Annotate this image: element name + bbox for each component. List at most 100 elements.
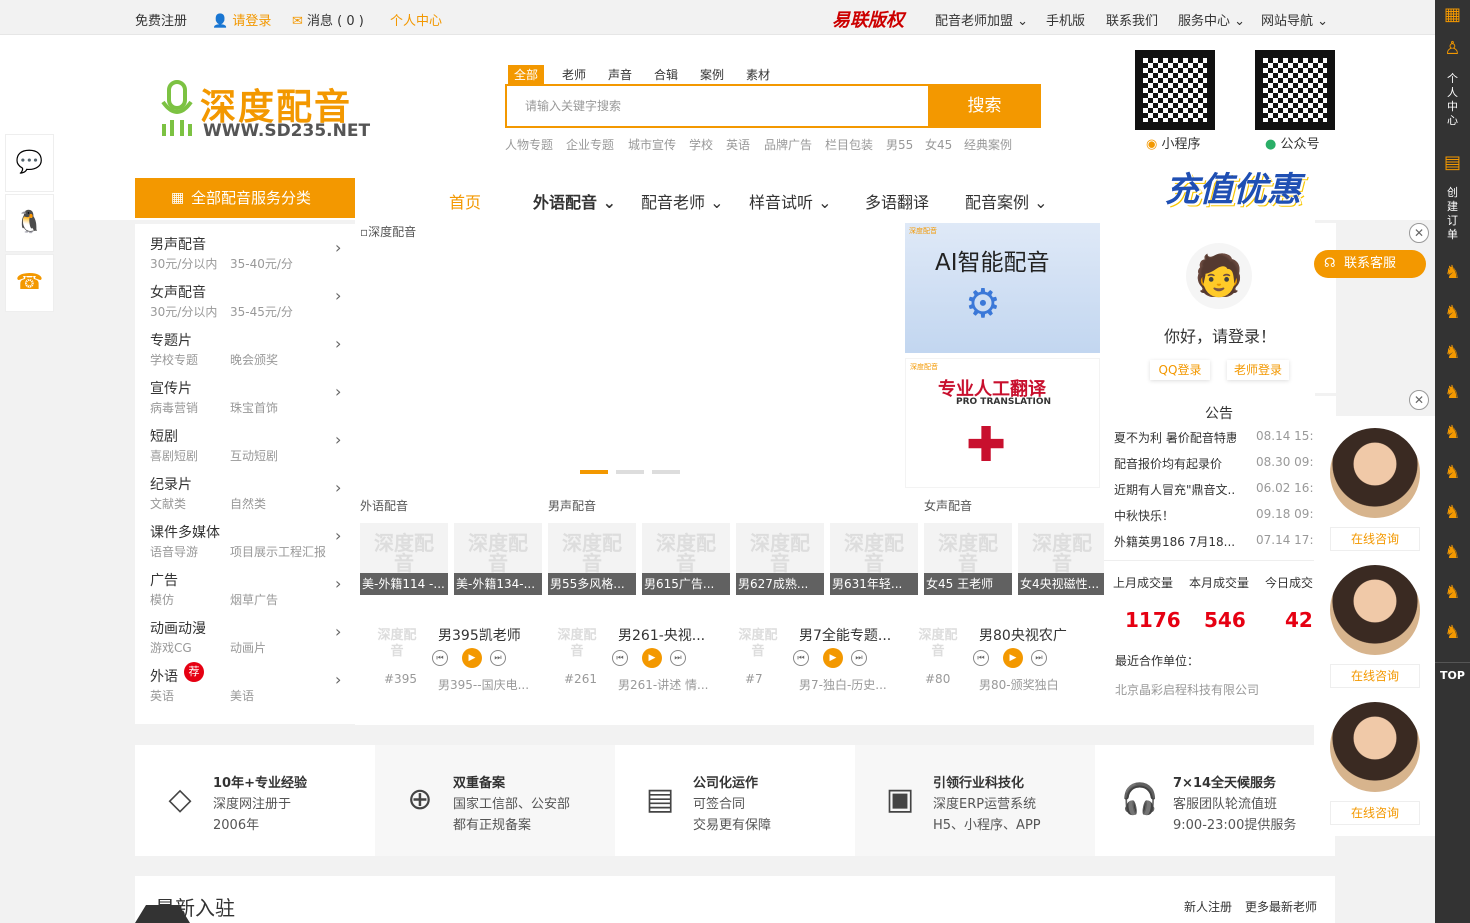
more-teachers-link[interactable]: 更多最新老师: [1245, 898, 1317, 915]
search-tab-teacher[interactable]: 老师: [556, 65, 592, 85]
section-tab-foreign[interactable]: 外语配音: [360, 497, 408, 514]
search-tab-voice[interactable]: 声音: [602, 65, 638, 85]
translation-ad[interactable]: 深度配音 专业人工翻译 PRO TRANSLATION ✚: [905, 358, 1100, 488]
qq-icon[interactable]: ♞: [1435, 262, 1470, 283]
voice-thumb[interactable]: 深度配音 女45 王老师: [924, 523, 1012, 595]
teacher-avatar[interactable]: 深度配音: [733, 628, 783, 662]
consult-button[interactable]: 在线咨询: [1330, 664, 1420, 688]
category-item[interactable]: 课件多媒体 语音导游 项目展示工程汇报 ›: [150, 512, 350, 560]
consult-button[interactable]: 在线咨询: [1330, 801, 1420, 825]
slider-dot[interactable]: [616, 470, 644, 474]
hot-keyword[interactable]: 经典案例: [964, 136, 1012, 153]
qq-icon[interactable]: ♞: [1435, 542, 1470, 563]
user-center-label[interactable]: 个人中心: [1447, 72, 1459, 128]
search-input[interactable]: 请输入关键字搜索: [505, 84, 928, 128]
login-link[interactable]: 👤 请登录: [212, 10, 271, 29]
qq-icon[interactable]: ♞: [1435, 382, 1470, 403]
teacher-login-button[interactable]: 老师登录: [1227, 360, 1289, 380]
hot-keyword[interactable]: 城市宣传: [628, 136, 676, 153]
category-item[interactable]: 外语荐英语 美语 ›: [150, 656, 350, 704]
prev-icon[interactable]: ⏮: [793, 650, 809, 666]
hot-keyword[interactable]: 学校: [689, 136, 713, 153]
wechat-side-button[interactable]: 💬: [5, 134, 54, 192]
section-tab-female[interactable]: 女声配音: [924, 497, 972, 514]
voice-thumb[interactable]: 深度配音 男631年轻...: [830, 523, 918, 595]
service-menu[interactable]: 服务中心 ⌄: [1178, 10, 1245, 29]
notice-item[interactable]: 夏不为利 暑价配音特惠: [1114, 429, 1236, 446]
voice-thumb[interactable]: 深度配音 男615广告...: [642, 523, 730, 595]
close-icon[interactable]: ✕: [1409, 390, 1429, 410]
qq-icon[interactable]: ♞: [1435, 422, 1470, 443]
join-menu[interactable]: 配音老师加盟 ⌄: [935, 10, 1028, 29]
search-tab-album[interactable]: 合辑: [648, 65, 684, 85]
logo-mic-icon[interactable]: [160, 80, 194, 138]
promo-banner[interactable]: 充值优惠: [1165, 162, 1301, 211]
category-item[interactable]: 动画动漫 游戏CG 动画片 ›: [150, 608, 350, 656]
teacher-avatar[interactable]: 深度配音: [552, 628, 602, 662]
notice-item[interactable]: 近期有人冒充"鼎音文...: [1114, 481, 1236, 498]
hot-keyword[interactable]: 品牌广告: [764, 136, 812, 153]
qq-icon[interactable]: ♞: [1435, 582, 1470, 603]
prev-icon[interactable]: ⏮: [432, 650, 448, 666]
voice-thumb[interactable]: 深度配音 美-外籍134-...: [454, 523, 542, 595]
next-icon[interactable]: ⏭: [851, 650, 867, 666]
hot-keyword[interactable]: 人物专题: [505, 136, 553, 153]
prev-icon[interactable]: ⏮: [612, 650, 628, 666]
nav-foreign-dubbing[interactable]: 外语配音 ⌄: [533, 189, 616, 213]
notice-item[interactable]: 配音报价均有起录价: [1114, 455, 1236, 472]
prev-icon[interactable]: ⏮: [973, 650, 989, 666]
register-link[interactable]: 免费注册: [135, 10, 187, 29]
category-item[interactable]: 广告 模仿 烟草广告 ›: [150, 560, 350, 608]
slider-dot[interactable]: [580, 470, 608, 474]
voice-thumb[interactable]: 深度配音 美-外籍114 -...: [360, 523, 448, 595]
grid-icon[interactable]: ▦: [1435, 4, 1470, 25]
contact-service-button[interactable]: ☊ 联系客服: [1314, 250, 1426, 278]
hot-keyword[interactable]: 男55: [886, 136, 913, 153]
site-nav-menu[interactable]: 网站导航 ⌄: [1261, 10, 1328, 29]
play-button[interactable]: ▶: [462, 648, 482, 668]
play-button[interactable]: ▶: [1003, 648, 1023, 668]
back-to-top-button[interactable]: TOP: [1435, 662, 1470, 688]
category-item[interactable]: 短剧 喜剧短剧 互动短剧 ›: [150, 416, 350, 464]
category-item[interactable]: 宣传片 病毒营销 珠宝首饰 ›: [150, 368, 350, 416]
messages-link[interactable]: ✉ 消息 ( 0 ): [292, 10, 364, 29]
nav-home[interactable]: 首页: [449, 189, 481, 213]
new-register-link[interactable]: 新人注册: [1184, 898, 1232, 915]
category-item[interactable]: 男声配音 30元/分以内 35-40元/分 ›: [150, 224, 350, 272]
order-icon[interactable]: ▤: [1435, 152, 1470, 173]
nav-teachers[interactable]: 配音老师 ⌄: [641, 189, 724, 213]
next-icon[interactable]: ⏭: [1031, 650, 1047, 666]
create-order-label[interactable]: 创建订单: [1447, 186, 1459, 242]
teacher-avatar[interactable]: 深度配音: [372, 628, 422, 662]
notice-item[interactable]: 外籍英男186 7月18...: [1114, 533, 1236, 550]
play-button[interactable]: ▶: [642, 648, 662, 668]
qq-icon[interactable]: ♞: [1435, 342, 1470, 363]
qq-icon[interactable]: ♞: [1435, 502, 1470, 523]
hot-keyword[interactable]: 栏目包装: [825, 136, 873, 153]
qq-icon[interactable]: ♞: [1435, 462, 1470, 483]
search-button[interactable]: 搜索: [928, 84, 1041, 128]
qq-side-button[interactable]: 🐧: [5, 194, 54, 252]
user-center-link[interactable]: 个人中心: [390, 10, 442, 29]
mobile-link[interactable]: 手机版: [1046, 10, 1085, 29]
search-tab-all[interactable]: 全部: [508, 65, 545, 85]
slider-dot[interactable]: [652, 470, 680, 474]
notice-item[interactable]: 中秋快乐！: [1114, 507, 1236, 524]
play-button[interactable]: ▶: [823, 648, 843, 668]
category-item[interactable]: 女声配音 30元/分以内 35-45元/分 ›: [150, 272, 350, 320]
hot-keyword[interactable]: 英语: [726, 136, 750, 153]
category-item[interactable]: 专题片 学校专题 晚会颁奖 ›: [150, 320, 350, 368]
voice-thumb[interactable]: 深度配音 男627成熟...: [736, 523, 824, 595]
next-icon[interactable]: ⏭: [670, 650, 686, 666]
teacher-avatar[interactable]: 深度配音: [913, 628, 963, 662]
banner-slider[interactable]: ▫深度配音: [360, 223, 903, 486]
nav-samples[interactable]: 样音试听 ⌄: [749, 189, 832, 213]
contact-link[interactable]: 联系我们: [1106, 10, 1158, 29]
qq-icon[interactable]: ♞: [1435, 622, 1470, 643]
search-tab-case[interactable]: 案例: [694, 65, 730, 85]
ai-dubbing-ad[interactable]: 深度配音 AI智能配音 ⚙: [905, 223, 1100, 353]
voice-thumb[interactable]: 深度配音 女4央视磁性...: [1018, 523, 1106, 595]
section-tab-male[interactable]: 男声配音: [548, 497, 596, 514]
qq-login-button[interactable]: QQ登录: [1150, 360, 1210, 380]
user-icon[interactable]: ♙: [1435, 38, 1470, 59]
